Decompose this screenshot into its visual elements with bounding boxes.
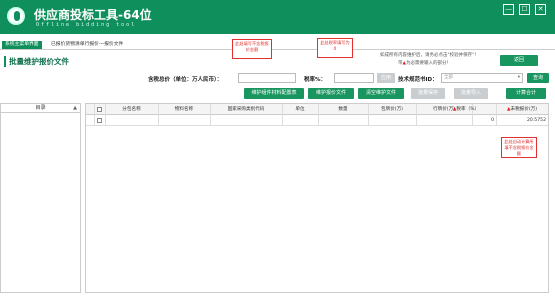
col-tax-rate: ▲税率（%） [436,104,496,115]
col-package-name: 分包名称 [122,107,141,112]
col-unit-price: ▲未税报价(万) [496,104,548,115]
chevron-down-icon: ▾ [517,75,520,80]
cell-unit-price[interactable]: 20.5752 [498,115,546,126]
page-title: 批量维护报价文件 [4,56,69,67]
row-checkbox[interactable] [97,118,102,123]
col-unit-price-label: 未税报价(万) [510,107,538,112]
cell-tax-rate[interactable]: 0 [466,115,494,126]
select-all-checkbox[interactable] [97,107,102,112]
total-price-label: 含税总价（单位：万人民币）： [148,77,223,83]
calc-total-button[interactable]: 计算合计 [506,88,546,99]
tab-bar: 系统主菜单界面 已报价货物清单行报价---报价文件 [0,40,555,50]
app-title: 供应商投标工具-64位 [34,8,152,22]
quote-table: 分包名称 物料名称 国家采购类别代码 单位 数量 包牌价(万) 行牌价(万) ▲… [85,103,549,293]
total-price-input[interactable] [238,73,296,83]
title-bar: 供应商投标工具-64位 Offline bidding tool — ☐ ✕ [0,0,555,34]
maintain-quote-button[interactable]: 维护报价文件 [308,88,354,99]
query-button[interactable]: 查询 [527,73,549,83]
clear-quote-button[interactable]: 清空维护文件 [358,88,404,99]
close-button[interactable]: ✕ [535,4,546,15]
back-button[interactable]: 返回 [500,55,538,66]
tech-spec-value: 全部 [444,75,453,80]
callout-unit-price: 此处自动计算所填不含税报价金额 [501,137,537,158]
notice-line-2: 带▲为必需要输入的部分！ [398,60,451,66]
callout-tax-rate: 此处税率填写为 0 [317,38,353,58]
tax-rate-label: 税率%： [304,77,327,83]
catalog-header-label: 目录 [35,105,46,111]
col-package-price: 包牌价(万) [381,107,403,112]
col-quantity: 数量 [338,107,348,112]
catalog-header: 目录 ▲ [1,104,80,113]
maintain-config-button[interactable]: 维护组件材料配置表 [244,88,304,99]
callout-total-price: 此处填写不含税报价金额 [232,39,272,59]
tab-quote-list[interactable]: 已报价货物清单行报价---报价文件 [48,41,126,49]
app-subtitle: Offline bidding tool [36,22,137,28]
col-unit: 单位 [295,107,305,112]
collapse-arrow-icon[interactable]: ▲ [73,104,77,113]
tech-spec-label: 技术规范书ID： [398,77,438,83]
catalog-panel: 目录 ▲ [0,103,81,293]
notice-suffix: 为必需要输入的部分！ [405,61,451,66]
batch-save-button[interactable]: 批量保存 [411,88,445,99]
batch-import-button[interactable]: 批量导入 [454,88,488,99]
col-tax-rate-label: 税率（%） [456,107,480,112]
tab-main-menu[interactable]: 系统主菜单界面 [2,41,42,49]
tax-rate-input[interactable] [334,73,374,83]
tech-spec-select[interactable]: 全部 ▾ [441,73,523,83]
col-material-name: 物料名称 [174,107,194,112]
apply-button[interactable]: 应用 [377,73,395,83]
app-logo-icon [7,7,25,25]
notice-line-1: 如成所有内容维护后，请务必点击"校验并保存"！ [380,53,479,58]
col-category-code: 国家采购类别代码 [227,107,265,112]
maximize-button[interactable]: ☐ [519,4,530,15]
minimize-button[interactable]: — [503,4,514,15]
